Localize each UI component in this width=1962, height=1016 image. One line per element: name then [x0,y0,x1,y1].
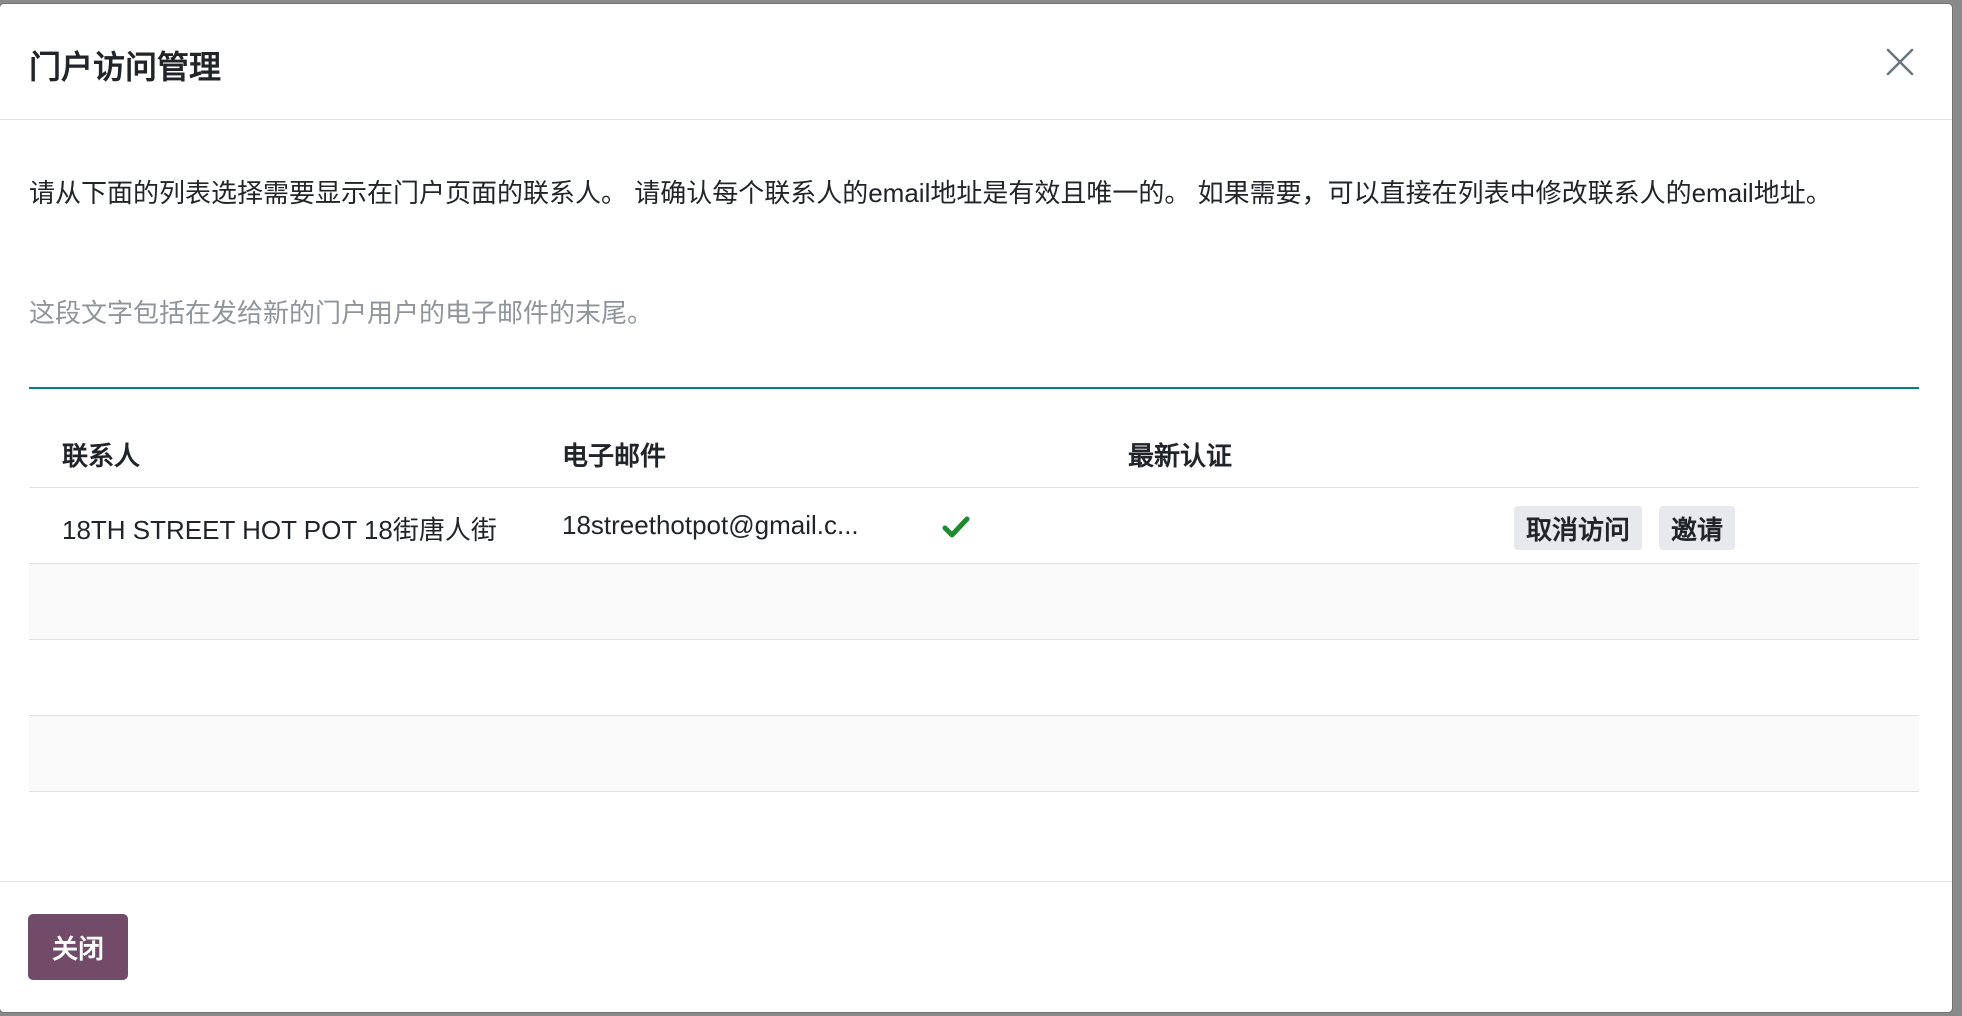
intro-text: 请从下面的列表选择需要显示在门户页面的联系人。 请确认每个联系人的email地址… [29,178,1832,208]
check-icon [942,516,970,538]
portal-access-dialog: 门户访问管理 请从下面的列表选择需要显示在门户页面的联系人。 请确认每个联系人的… [0,4,1952,1012]
dialog-title: 门户访问管理 [29,49,222,85]
column-header-email[interactable]: 电子邮件 [562,436,666,473]
dialog-header: 门户访问管理 [0,4,1952,120]
column-header-latest-auth[interactable]: 最新认证 [1128,436,1232,473]
invite-button[interactable]: 邀请 [1659,506,1736,550]
close-button[interactable]: 关闭 [28,914,128,980]
welcome-message-input[interactable] [29,281,1919,389]
empty-row [29,640,1919,716]
column-header-contact[interactable]: 联系人 [62,436,140,473]
empty-row [29,716,1919,792]
table-row[interactable]: 18TH STREET HOT POT 18街唐人街 18streethotpo… [29,488,1919,564]
contact-cell[interactable]: 18TH STREET HOT POT 18街唐人街 [62,510,497,547]
portal-users-table: 联系人 电子邮件 最新认证 18TH STREET HOT POT 18街唐人街… [29,410,1919,792]
dialog-footer: 关闭 [0,881,1952,1012]
empty-row [29,564,1919,640]
close-icon[interactable] [1882,44,1918,80]
table-header: 联系人 电子邮件 最新认证 [29,410,1919,488]
dialog-body: 请从下面的列表选择需要显示在门户页面的联系人。 请确认每个联系人的email地址… [0,121,1952,881]
revoke-access-button[interactable]: 取消访问 [1514,506,1643,550]
email-cell[interactable]: 18streethotpot@gmail.c... [562,510,859,541]
